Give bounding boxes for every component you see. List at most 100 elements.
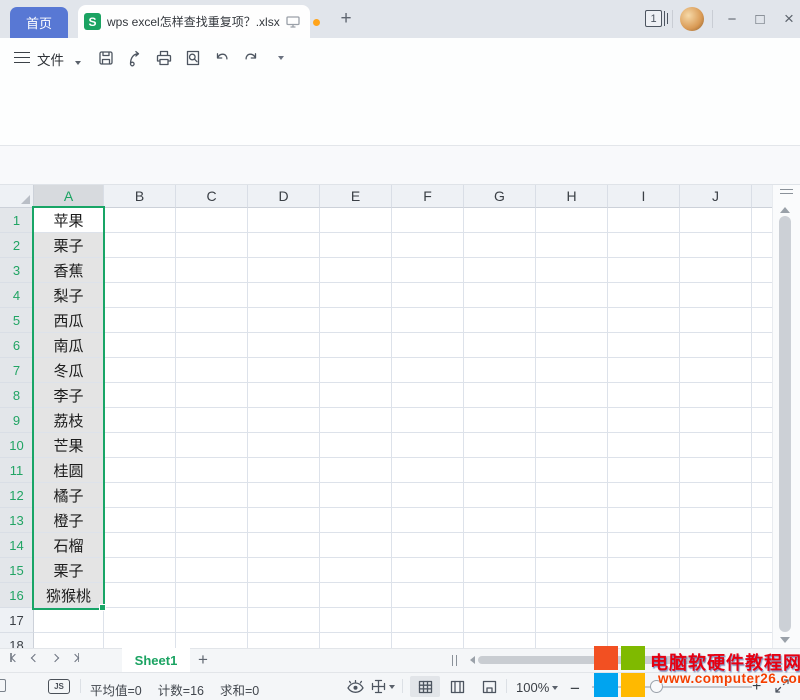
- cell-I5[interactable]: [608, 308, 680, 333]
- cell-D11[interactable]: [248, 458, 320, 483]
- cell-A1[interactable]: 苹果: [34, 208, 104, 233]
- cell-G18[interactable]: [464, 633, 536, 648]
- cell-A14[interactable]: 石榴: [34, 533, 104, 558]
- cell-F4[interactable]: [392, 283, 464, 308]
- cell-G4[interactable]: [464, 283, 536, 308]
- cell-G14[interactable]: [464, 533, 536, 558]
- cell-G17[interactable]: [464, 608, 536, 633]
- cell-C9[interactable]: [176, 408, 248, 433]
- add-sheet-button[interactable]: +: [198, 650, 208, 670]
- cell-F10[interactable]: [392, 433, 464, 458]
- cell-H4[interactable]: [536, 283, 608, 308]
- cell-grid-settings-button[interactable]: [371, 679, 395, 694]
- cell-H17[interactable]: [536, 608, 608, 633]
- cell-J8[interactable]: [680, 383, 752, 408]
- cell-G16[interactable]: [464, 583, 536, 608]
- cell-D17[interactable]: [248, 608, 320, 633]
- cell-B3[interactable]: [104, 258, 176, 283]
- cell-J5[interactable]: [680, 308, 752, 333]
- cell-J9[interactable]: [680, 408, 752, 433]
- cell-E1[interactable]: [320, 208, 392, 233]
- cell-A10[interactable]: 芒果: [34, 433, 104, 458]
- row-header-10[interactable]: 10: [0, 433, 34, 458]
- fill-handle[interactable]: [99, 604, 106, 611]
- scroll-up-icon[interactable]: [780, 202, 790, 213]
- cell-F5[interactable]: [392, 308, 464, 333]
- cell-C18[interactable]: [176, 633, 248, 648]
- zoom-slider-handle[interactable]: [650, 680, 663, 693]
- cell-D14[interactable]: [248, 533, 320, 558]
- cell-C13[interactable]: [176, 508, 248, 533]
- cell-F14[interactable]: [392, 533, 464, 558]
- row-header-1[interactable]: 1: [0, 208, 34, 233]
- scroll-down-icon[interactable]: [780, 637, 790, 648]
- cell-J17[interactable]: [680, 608, 752, 633]
- cell-J7[interactable]: [680, 358, 752, 383]
- print-preview-button[interactable]: [183, 48, 202, 67]
- cell-D18[interactable]: [248, 633, 320, 648]
- cell-C5[interactable]: [176, 308, 248, 333]
- cell-I17[interactable]: [608, 608, 680, 633]
- cell-B5[interactable]: [104, 308, 176, 333]
- cell-A4[interactable]: 梨子: [34, 283, 104, 308]
- cell-C6[interactable]: [176, 333, 248, 358]
- cell-I14[interactable]: [608, 533, 680, 558]
- cell-B13[interactable]: [104, 508, 176, 533]
- cell-B9[interactable]: [104, 408, 176, 433]
- cell-G8[interactable]: [464, 383, 536, 408]
- cell-J2[interactable]: [680, 233, 752, 258]
- scroll-left-icon[interactable]: [466, 656, 475, 664]
- column-header-A[interactable]: A: [34, 185, 104, 208]
- cell-B6[interactable]: [104, 333, 176, 358]
- undo-button[interactable]: [212, 48, 231, 67]
- row-header-17[interactable]: 17: [0, 608, 34, 633]
- cell-D10[interactable]: [248, 433, 320, 458]
- fullscreen-toggle-button[interactable]: [774, 678, 790, 694]
- print-button[interactable]: [154, 48, 173, 67]
- zoom-out-button[interactable]: −: [570, 679, 580, 699]
- cell-E11[interactable]: [320, 458, 392, 483]
- cell-H6[interactable]: [536, 333, 608, 358]
- cell-C8[interactable]: [176, 383, 248, 408]
- cell-C15[interactable]: [176, 558, 248, 583]
- cell-G7[interactable]: [464, 358, 536, 383]
- zoom-level-button[interactable]: 100%: [516, 680, 558, 695]
- cell-A8[interactable]: 李子: [34, 383, 104, 408]
- cell-I2[interactable]: [608, 233, 680, 258]
- cell-E10[interactable]: [320, 433, 392, 458]
- cell-A16[interactable]: 猕猴桃: [34, 583, 104, 608]
- cell-F11[interactable]: [392, 458, 464, 483]
- cell-F13[interactable]: [392, 508, 464, 533]
- row-header-12[interactable]: 12: [0, 483, 34, 508]
- cell-F17[interactable]: [392, 608, 464, 633]
- cell-A17[interactable]: [34, 608, 104, 633]
- cell-B1[interactable]: [104, 208, 176, 233]
- cell-E14[interactable]: [320, 533, 392, 558]
- new-tab-button[interactable]: +: [335, 8, 357, 30]
- page-layout-view-button[interactable]: [442, 676, 472, 697]
- page-break-view-button[interactable]: [474, 676, 504, 697]
- save-button[interactable]: [96, 48, 115, 67]
- cell-B14[interactable]: [104, 533, 176, 558]
- cell-D6[interactable]: [248, 333, 320, 358]
- row-header-3[interactable]: 3: [0, 258, 34, 283]
- cell-F3[interactable]: [392, 258, 464, 283]
- row-header-11[interactable]: 11: [0, 458, 34, 483]
- export-pdf-button[interactable]: [125, 48, 144, 67]
- cell-D5[interactable]: [248, 308, 320, 333]
- next-sheet-button[interactable]: [52, 655, 58, 661]
- cell-E15[interactable]: [320, 558, 392, 583]
- cell-G1[interactable]: [464, 208, 536, 233]
- cell-A9[interactable]: 荔枝: [34, 408, 104, 433]
- close-button[interactable]: ×: [776, 6, 800, 32]
- cell-E16[interactable]: [320, 583, 392, 608]
- cell-H2[interactable]: [536, 233, 608, 258]
- cell-I16[interactable]: [608, 583, 680, 608]
- cell-J4[interactable]: [680, 283, 752, 308]
- column-header-E[interactable]: E: [320, 185, 392, 208]
- column-header-I[interactable]: I: [608, 185, 680, 208]
- cell-E2[interactable]: [320, 233, 392, 258]
- cell-E8[interactable]: [320, 383, 392, 408]
- cell-G9[interactable]: [464, 408, 536, 433]
- cell-C4[interactable]: [176, 283, 248, 308]
